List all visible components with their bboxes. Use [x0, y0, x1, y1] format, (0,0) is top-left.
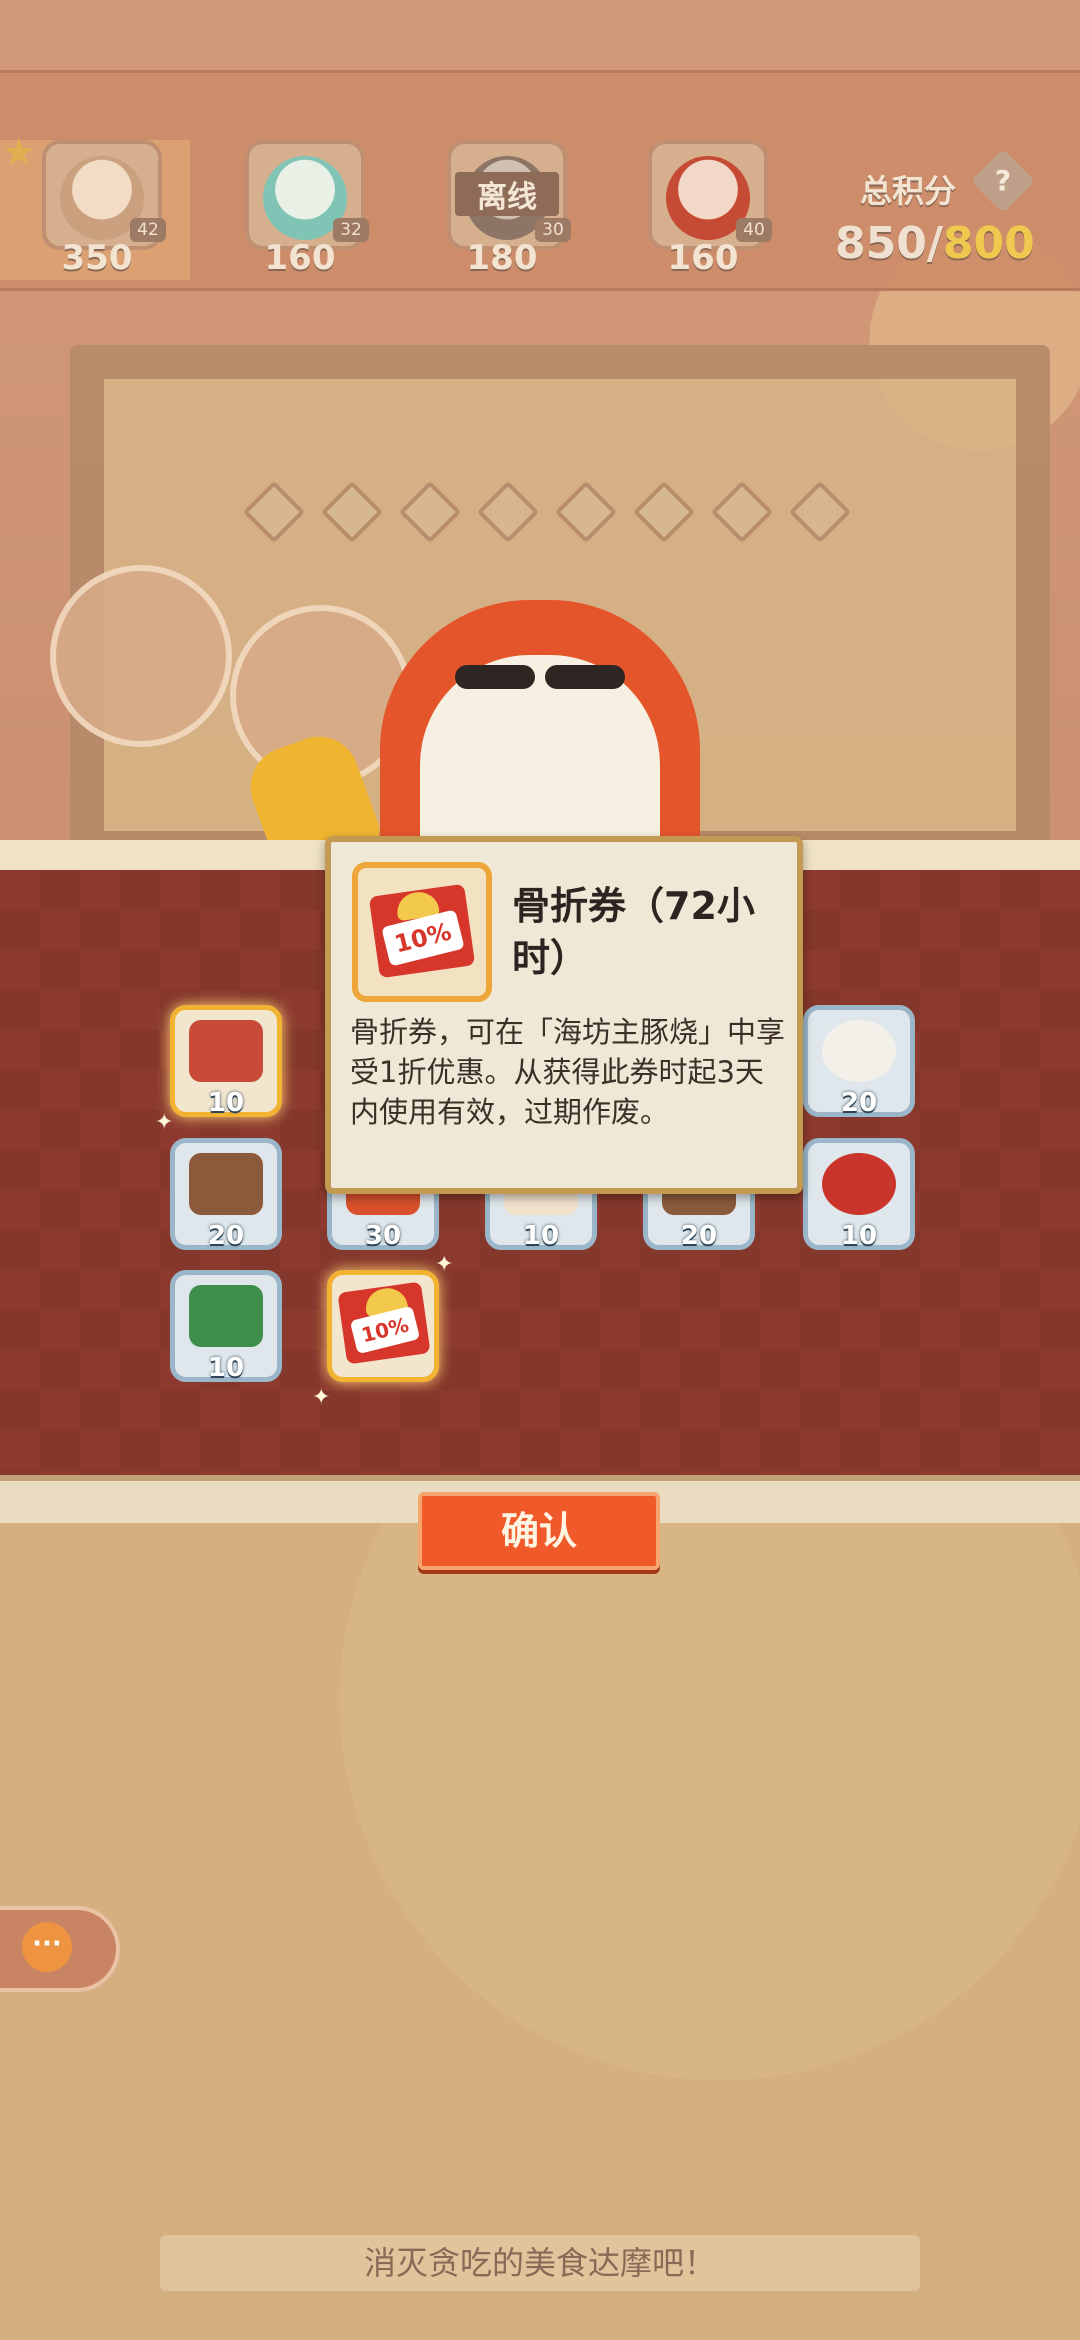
sparkle-icon: ✦	[155, 1110, 174, 1135]
player-score: 160	[667, 238, 739, 278]
player-score: 180	[466, 238, 538, 278]
character-bubble	[50, 565, 232, 747]
coupon-reward-item[interactable]: 10%	[327, 1270, 439, 1382]
tooltip-title: 骨折券（72小时）	[512, 884, 755, 980]
shrimp-icon	[189, 1153, 263, 1215]
help-icon[interactable]: ?	[970, 148, 1036, 214]
total-score-value: 850/800	[835, 218, 1035, 269]
reward-item[interactable]: 10	[803, 1138, 915, 1251]
player-avatar[interactable]: 42	[42, 140, 166, 250]
offline-label: 离线	[455, 172, 559, 216]
tooltip-item-frame: 10%	[352, 862, 492, 1002]
reward-item[interactable]: 10	[170, 1005, 282, 1118]
star-icon: ★	[2, 130, 37, 174]
rice-ball-icon	[822, 1020, 896, 1082]
chat-bubble-icon[interactable]: ···	[22, 1922, 72, 1972]
daruma-brow	[455, 665, 535, 689]
player-avatar[interactable]: 40	[648, 140, 772, 250]
reward-item[interactable]: 20	[803, 1005, 915, 1118]
player-avatar[interactable]: 32	[245, 140, 369, 250]
sparkle-icon: ✦	[312, 1385, 331, 1410]
reward-item[interactable]: 10	[170, 1270, 282, 1383]
player-score: 160	[264, 238, 336, 278]
sparkle-icon: ✦	[435, 1252, 454, 1277]
coupon-icon: 10%	[368, 883, 476, 979]
coupon-icon: 10%	[337, 1281, 431, 1365]
table-cloth	[0, 1520, 1080, 2340]
sauce-icon	[189, 1020, 263, 1082]
total-score-label: 总积分	[860, 172, 957, 210]
scallion-icon	[189, 1285, 263, 1347]
player-avatar[interactable]: 离线 30	[447, 140, 571, 250]
daruma-brow	[545, 665, 625, 689]
hint-banner: 消灭贪吃的美食达摩吧！	[160, 2235, 920, 2291]
reward-item[interactable]: 20	[170, 1138, 282, 1251]
confirm-button[interactable]: 确认	[418, 1492, 660, 1570]
tooltip-description: 骨折券，可在「海坊主豚烧」中享受1折优惠。从获得此券时起3天内使用有效，过期作废…	[350, 1015, 786, 1129]
noodle-bowl-icon	[822, 1153, 896, 1215]
player-score: 350	[61, 238, 133, 278]
